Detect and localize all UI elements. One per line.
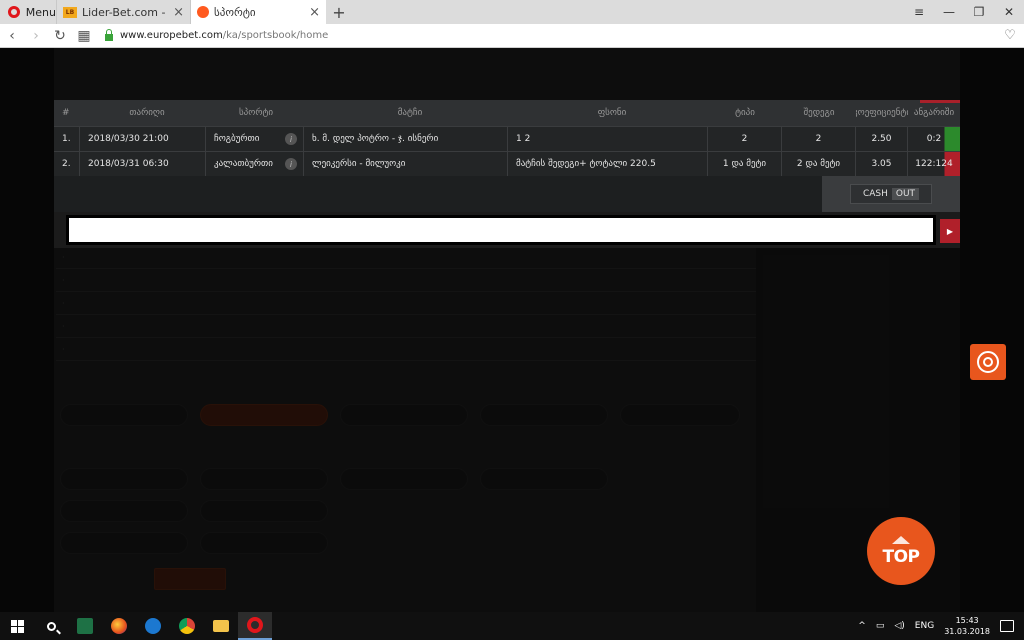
opera-logo-icon	[8, 6, 20, 18]
europebet-favicon-icon	[197, 6, 209, 18]
search-button[interactable]	[34, 612, 68, 640]
edge-icon	[145, 618, 161, 634]
arrow-up-icon	[892, 535, 910, 544]
speed-dial-icon[interactable]: ▦	[72, 28, 96, 44]
close-window-icon[interactable]: ✕	[994, 0, 1024, 24]
browser-tab-bar: Menu LB Lider-Bet.com - Sports and × სპო…	[0, 0, 1024, 24]
info-icon[interactable]: i	[285, 158, 297, 170]
url-field[interactable]: www.europebet.com/ka/sportsbook/home	[120, 30, 996, 41]
firefox-app[interactable]	[102, 612, 136, 640]
support-lifebuoy-button[interactable]	[970, 344, 1006, 380]
minimize-icon[interactable]: —	[934, 0, 964, 24]
menu-label: Menu	[25, 5, 56, 19]
col-number: #	[62, 108, 70, 118]
tab-title: სპორტი	[214, 5, 256, 19]
volume-icon[interactable]: ◁)	[894, 621, 904, 631]
chrome-icon	[179, 618, 195, 634]
cashout-row: CASH OUT	[54, 176, 960, 212]
bookmark-heart-icon[interactable]: ♡	[996, 28, 1024, 43]
bet-slip-bar: ▶	[54, 212, 960, 248]
chrome-app[interactable]	[170, 612, 204, 640]
windows-logo-icon	[10, 619, 24, 633]
info-icon[interactable]: i	[285, 133, 297, 145]
file-explorer-app[interactable]	[204, 612, 238, 640]
search-icon	[46, 621, 56, 631]
lifebuoy-icon	[977, 351, 999, 373]
liderbet-favicon-icon: LB	[63, 6, 77, 18]
scroll-top-button[interactable]: TOP	[867, 517, 935, 585]
table-row: 2. 2018/03/31 06:30 კალათბურთი i ლეიკერსი…	[54, 151, 960, 176]
tab-liderbet[interactable]: LB Lider-Bet.com - Sports and ×	[56, 0, 190, 24]
table-row: 1. 2018/03/30 21:00 ჩოგბურთი i ხ. მ. დელ …	[54, 126, 960, 151]
notifications-icon[interactable]	[1000, 620, 1014, 632]
score-cell: 0:2	[908, 127, 960, 151]
col-type: ტიპი	[735, 108, 755, 118]
reload-icon[interactable]: ↻	[48, 28, 72, 44]
language-indicator[interactable]: ENG	[915, 621, 934, 631]
tab-title: Lider-Bet.com - Sports and	[82, 5, 168, 19]
back-icon[interactable]: ‹	[0, 28, 24, 44]
firefox-icon	[111, 618, 127, 634]
score-cell: 122:124	[908, 152, 960, 176]
windows-start-button[interactable]	[0, 612, 34, 640]
close-tab-icon[interactable]: ×	[173, 5, 184, 20]
col-sport: სპორტი	[238, 108, 274, 118]
system-tray: ^ ▭ ◁) ENG 15:43 31.03.2018	[858, 615, 1024, 637]
tab-europebet[interactable]: სპორტი ×	[190, 0, 326, 24]
close-tab-icon[interactable]: ×	[309, 5, 320, 20]
col-odds: კოეფიციენტი	[856, 108, 908, 118]
col-date: თარიღი	[129, 108, 165, 118]
tab-menu-icon[interactable]: ≡	[904, 0, 934, 24]
restore-icon[interactable]: ❐	[964, 0, 994, 24]
slip-next-arrow-icon[interactable]: ▶	[940, 219, 960, 243]
lock-icon	[102, 29, 116, 41]
address-bar: ‹ › ↻ ▦ www.europebet.com/ka/sportsbook/…	[0, 24, 1024, 48]
edge-app[interactable]	[136, 612, 170, 640]
clock[interactable]: 15:43 31.03.2018	[944, 615, 990, 637]
table-header: # თარიღი სპორტი მატჩი ფსონი ტიპი შედეგი …	[54, 100, 960, 126]
opera-icon	[247, 617, 263, 633]
excel-icon	[77, 618, 93, 634]
excel-app[interactable]	[68, 612, 102, 640]
col-score: ანგარიში	[913, 108, 955, 118]
forward-icon[interactable]: ›	[24, 28, 48, 44]
bet-slip-input[interactable]	[66, 215, 936, 245]
cash-out-button[interactable]: CASH OUT	[850, 184, 932, 204]
network-icon[interactable]: ▭	[876, 621, 885, 631]
tray-chevron-icon[interactable]: ^	[858, 621, 866, 631]
col-match: მატჩი	[397, 108, 423, 118]
sportsbook-page: · · · · · · · 1 # თარიღი სპორტი მატჩი ფს…	[0, 48, 1024, 612]
col-result: შედეგი	[803, 108, 835, 118]
folder-icon	[213, 620, 229, 632]
opera-app[interactable]	[238, 612, 272, 640]
bet-history-table: # თარიღი სპორტი მატჩი ფსონი ტიპი შედეგი …	[54, 100, 960, 212]
col-bet: ფსონი	[597, 108, 627, 118]
windows-taskbar: ^ ▭ ◁) ENG 15:43 31.03.2018	[0, 612, 1024, 640]
new-tab-button[interactable]: +	[326, 0, 352, 24]
opera-menu-button[interactable]: Menu	[0, 0, 56, 24]
